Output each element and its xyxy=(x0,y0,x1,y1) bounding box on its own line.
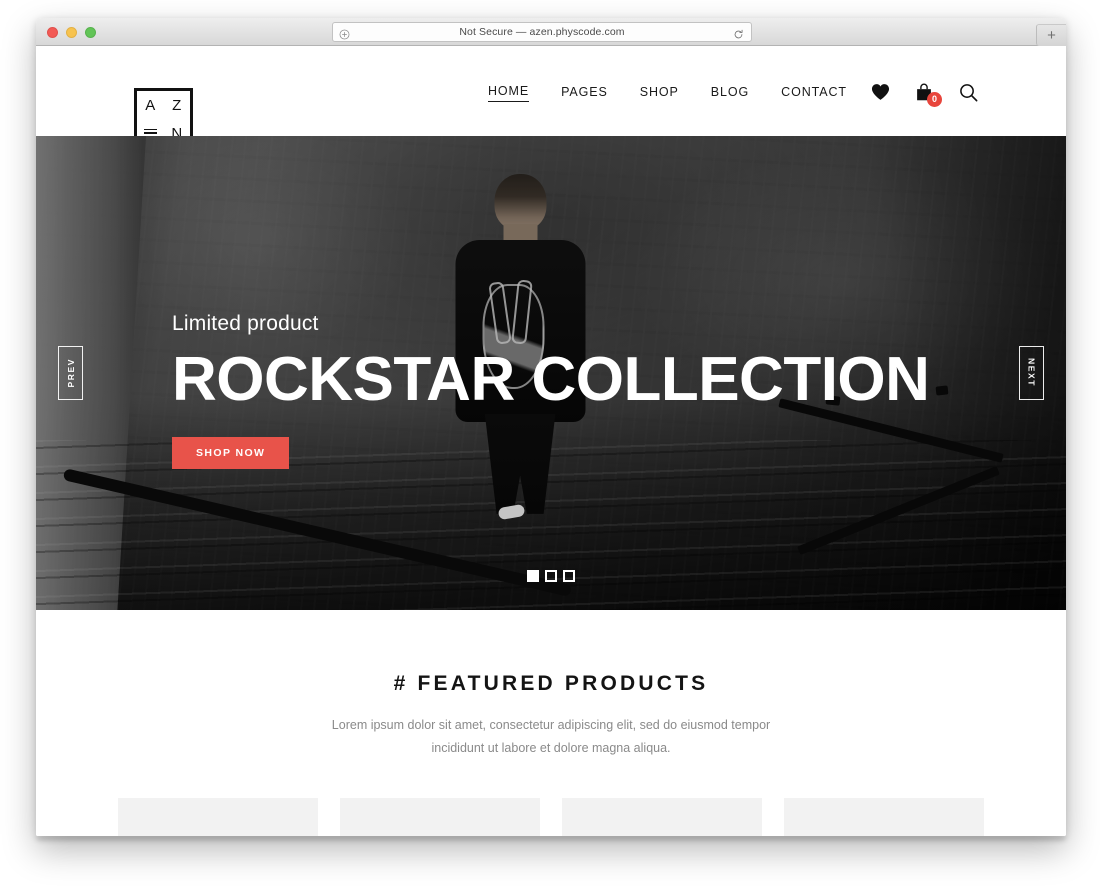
slider-dot-3[interactable] xyxy=(563,570,575,582)
minimize-window-button[interactable] xyxy=(66,27,77,38)
header-icon-group: 0 xyxy=(870,82,978,107)
product-card[interactable] xyxy=(340,798,540,836)
slider-prev-button[interactable]: PREV xyxy=(58,346,83,400)
shopping-bag-icon[interactable]: 0 xyxy=(914,82,942,107)
main-navigation: HOME PAGES SHOP BLOG CONTACT xyxy=(488,84,847,102)
new-tab-label: + xyxy=(1047,27,1056,44)
close-window-button[interactable] xyxy=(47,27,58,38)
logo-letter-a: A xyxy=(145,96,156,114)
featured-description-line-1: Lorem ipsum dolor sit amet, consectetur … xyxy=(331,718,771,732)
url-text: Not Secure — azen.physcode.com xyxy=(459,26,625,38)
nav-item-contact[interactable]: CONTACT xyxy=(781,85,847,102)
product-card[interactable] xyxy=(784,798,984,836)
site-header: A Z N HOME PAGES SHOP BLOG CONTACT 0 xyxy=(36,46,1066,150)
hero-subtitle: Limited product xyxy=(172,312,319,335)
slider-next-button[interactable]: NEXT xyxy=(1019,346,1044,400)
featured-section-title: # FEATURED PRODUCTS xyxy=(393,672,709,695)
search-icon[interactable] xyxy=(958,82,978,102)
desktop-backdrop: Not Secure — azen.physcode.com + A Z N H… xyxy=(0,0,1100,894)
info-circle-icon[interactable] xyxy=(339,27,350,40)
window-controls xyxy=(47,27,96,38)
slider-dot-1[interactable] xyxy=(527,570,539,582)
browser-window: Not Secure — azen.physcode.com + A Z N H… xyxy=(36,18,1066,836)
heart-icon[interactable] xyxy=(870,82,890,102)
featured-section-description: Lorem ipsum dolor sit amet, consectetur … xyxy=(36,714,1066,760)
featured-products-section: # FEATURED PRODUCTS Lorem ipsum dolor si… xyxy=(36,610,1066,836)
slider-next-label: NEXT xyxy=(1026,358,1037,388)
address-bar[interactable]: Not Secure — azen.physcode.com xyxy=(332,22,752,42)
hero-title: ROCKSTAR COLLECTION xyxy=(172,345,930,414)
slider-dot-2[interactable] xyxy=(545,570,557,582)
browser-titlebar: Not Secure — azen.physcode.com + xyxy=(36,18,1066,46)
nav-item-blog[interactable]: BLOG xyxy=(711,85,749,102)
product-grid xyxy=(118,798,984,836)
cart-count-badge: 0 xyxy=(927,92,942,107)
page-viewport: A Z N HOME PAGES SHOP BLOG CONTACT 0 Lim… xyxy=(36,46,1066,836)
maximize-window-button[interactable] xyxy=(85,27,96,38)
reload-icon[interactable] xyxy=(733,27,744,39)
nav-item-pages[interactable]: PAGES xyxy=(561,85,608,102)
nav-item-shop[interactable]: SHOP xyxy=(640,85,679,102)
product-card[interactable] xyxy=(118,798,318,836)
new-tab-button[interactable]: + xyxy=(1036,24,1066,46)
shop-now-button[interactable]: SHOP NOW xyxy=(172,437,290,470)
featured-description-line-2: incididunt ut labore et dolore magna ali… xyxy=(431,741,671,756)
slider-prev-label: PREV xyxy=(65,358,76,388)
nav-item-home[interactable]: HOME xyxy=(488,84,530,102)
hero-content: Limited product ROCKSTAR COLLECTION SHOP… xyxy=(172,312,930,470)
slider-pagination xyxy=(527,570,575,582)
hero-slider: Limited product ROCKSTAR COLLECTION SHOP… xyxy=(36,136,1066,610)
product-card[interactable] xyxy=(562,798,762,836)
logo-letter-z: Z xyxy=(172,96,182,114)
window-shadow xyxy=(36,836,1066,841)
